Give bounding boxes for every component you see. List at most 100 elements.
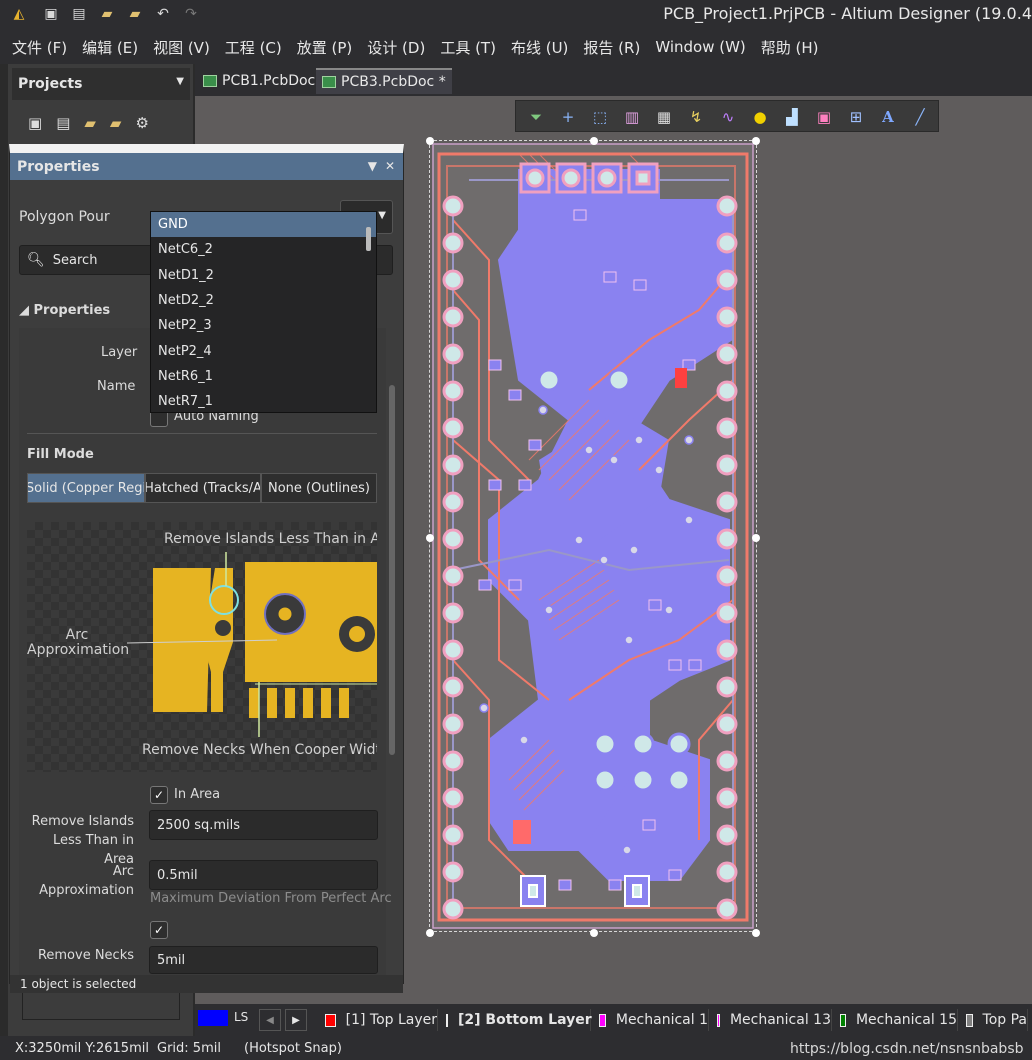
- menu-item-10[interactable]: 帮助 (H): [761, 37, 819, 58]
- layer-tab[interactable]: [2] Bottom Layer: [438, 1009, 592, 1031]
- net-option[interactable]: NetC6_2: [151, 237, 376, 262]
- selection-handle[interactable]: [752, 137, 760, 145]
- interactive-diff-route-icon[interactable]: ∿: [718, 107, 738, 127]
- menu-item-7[interactable]: 布线 (U): [511, 37, 568, 58]
- selection-handle[interactable]: [590, 929, 598, 937]
- menu-item-4[interactable]: 放置 (P): [297, 37, 353, 58]
- net-option[interactable]: NetD1_2: [151, 263, 376, 288]
- undo-icon[interactable]: ↶: [154, 5, 172, 23]
- layer-tab-label: Mechanical 1: [615, 1012, 708, 1028]
- layer-tab[interactable]: Mechanical 1: [591, 1009, 709, 1031]
- tab-label: PCB3.PcbDoc *: [341, 74, 446, 90]
- folder-icon[interactable]: ▰: [84, 114, 96, 132]
- save-icon[interactable]: ▣: [28, 114, 42, 132]
- snap-mode: (Hotspot Snap): [244, 1041, 342, 1056]
- crosshair-icon[interactable]: +: [558, 107, 578, 127]
- net-option[interactable]: NetR7_1: [151, 389, 376, 412]
- layer-color-swatch: [325, 1013, 336, 1027]
- tab-pcb3[interactable]: PCB3.PcbDoc *: [316, 68, 452, 94]
- layer-tab[interactable]: Top Pa: [958, 1009, 1028, 1031]
- fill-mode-hatched[interactable]: Hatched (Tracks/A: [145, 473, 261, 503]
- scrollbar-thumb[interactable]: [389, 385, 395, 755]
- selection-handle[interactable]: [426, 534, 434, 542]
- save-icon[interactable]: ▣: [42, 5, 60, 23]
- section-properties-header[interactable]: ◢ Properties: [19, 303, 110, 318]
- title-bar: ◭ ▣ ▤ ▰ ▰ ↶ ↷ PCB_Project1.PrjPCB - Alti…: [0, 0, 1032, 30]
- app-logo-icon[interactable]: ◭: [10, 5, 28, 23]
- net-option[interactable]: NetP2_4: [151, 338, 376, 363]
- panel-menu-icon[interactable]: ▼: [368, 159, 377, 173]
- tab-pcb1[interactable]: PCB1.PcbDoc *: [197, 68, 333, 94]
- net-option[interactable]: NetR6_1: [151, 364, 376, 389]
- layer-tab-label: Top Pa: [982, 1012, 1027, 1028]
- arc-approx-input[interactable]: 0.5mil: [149, 860, 378, 890]
- pcb-doc-icon: [203, 75, 217, 87]
- projects-toolbar: ▣ ▤ ▰ ▰ ⚙: [28, 114, 149, 132]
- menu-item-2[interactable]: 视图 (V): [153, 37, 210, 58]
- document-tab-bar: PCB1.PcbDoc * PCB3.PcbDoc *: [195, 64, 1032, 96]
- open-project-icon[interactable]: ▰: [126, 5, 144, 23]
- layer-tab[interactable]: Mechanical 15: [832, 1009, 958, 1031]
- pcb-board-graphic: [432, 143, 754, 929]
- select-rect-icon[interactable]: ⬚: [590, 107, 610, 127]
- menu-item-0[interactable]: 文件 (F): [12, 37, 67, 58]
- component-icon[interactable]: ▦: [654, 107, 674, 127]
- board-selection-frame[interactable]: [426, 137, 760, 937]
- fill-mode-solid[interactable]: Solid (Copper Regi: [27, 473, 145, 503]
- route-icon[interactable]: ↯: [686, 107, 706, 127]
- layer-color-swatch: [446, 1013, 448, 1027]
- layer-tab-label: [2] Bottom Layer: [458, 1012, 592, 1028]
- net-dropdown-list[interactable]: GND NetC6_2 NetD1_2 NetD2_2 NetP2_3 NetP2_4 Ne…: [150, 211, 377, 413]
- menu-item-3[interactable]: 工程 (C): [225, 37, 282, 58]
- via-icon[interactable]: ●: [750, 107, 770, 127]
- polygon-icon[interactable]: ▟: [782, 107, 802, 127]
- layer-color-swatch: [966, 1013, 973, 1027]
- fill-mode-none[interactable]: None (Outlines): [261, 473, 377, 503]
- gear-icon[interactable]: ⚙: [135, 114, 148, 132]
- dimension-icon[interactable]: ⊞: [846, 107, 866, 127]
- redo-icon[interactable]: ↷: [182, 5, 200, 23]
- scroll-left-icon[interactable]: ◀: [259, 1009, 281, 1031]
- open-icon[interactable]: ▰: [98, 5, 116, 23]
- keepout-icon[interactable]: ▣: [814, 107, 834, 127]
- selection-handle[interactable]: [426, 137, 434, 145]
- dropdown-scroll-thumb[interactable]: [366, 227, 371, 251]
- net-option[interactable]: NetD2_2: [151, 288, 376, 313]
- text-icon[interactable]: A: [878, 107, 898, 127]
- projects-panel-title: Projects: [18, 76, 83, 92]
- dropdown-caret-icon[interactable]: ▼: [176, 76, 184, 87]
- projects-panel-header[interactable]: Projects ▼: [12, 68, 190, 100]
- arc-approx-hint: Maximum Deviation From Perfect Arc: [150, 891, 392, 906]
- remove-necks-input[interactable]: 5mil: [149, 946, 378, 974]
- properties-scrollbar[interactable]: [388, 285, 396, 975]
- line-icon[interactable]: ╱: [910, 107, 930, 127]
- menu-item-1[interactable]: 编辑 (E): [82, 37, 138, 58]
- in-area-checkbox[interactable]: ✓: [150, 786, 168, 804]
- layer-tab[interactable]: Mechanical 13: [709, 1009, 832, 1031]
- selection-handle[interactable]: [752, 534, 760, 542]
- fill-mode-title: Fill Mode: [27, 447, 94, 462]
- properties-panel-header[interactable]: Properties ▼ ✕: [10, 153, 403, 180]
- remove-necks-checkbox[interactable]: ✓: [150, 921, 168, 939]
- align-icon[interactable]: ▥: [622, 107, 642, 127]
- net-option[interactable]: GND: [151, 212, 376, 238]
- compile-icon[interactable]: ▤: [56, 114, 70, 132]
- selection-handle[interactable]: [752, 929, 760, 937]
- layer-set-indicator[interactable]: LS: [198, 1010, 252, 1028]
- selection-handle[interactable]: [426, 929, 434, 937]
- scroll-right-icon[interactable]: ▶: [285, 1009, 307, 1031]
- menu-item-6[interactable]: 工具 (T): [440, 37, 496, 58]
- remove-islands-input[interactable]: 2500 sq.mils: [149, 810, 378, 840]
- layer-tab-bar: LS ◀ ▶ [1] Top Layer [2] Bottom Layer Mech…: [195, 1004, 1032, 1036]
- selection-handle[interactable]: [590, 137, 598, 145]
- net-option[interactable]: NetP2_3: [151, 313, 376, 338]
- project-options-icon[interactable]: ▰: [110, 114, 122, 132]
- layer-tab[interactable]: [1] Top Layer: [317, 1009, 438, 1031]
- filter-icon[interactable]: ⏷: [526, 107, 546, 127]
- menu-item-8[interactable]: 报告 (R): [583, 37, 640, 58]
- menu-item-9[interactable]: Window (W): [655, 38, 745, 56]
- menu-item-5[interactable]: 设计 (D): [367, 37, 425, 58]
- close-icon[interactable]: ✕: [385, 159, 395, 173]
- save-all-icon[interactable]: ▤: [70, 5, 88, 23]
- grid-size[interactable]: Grid: 5mil: [157, 1041, 221, 1056]
